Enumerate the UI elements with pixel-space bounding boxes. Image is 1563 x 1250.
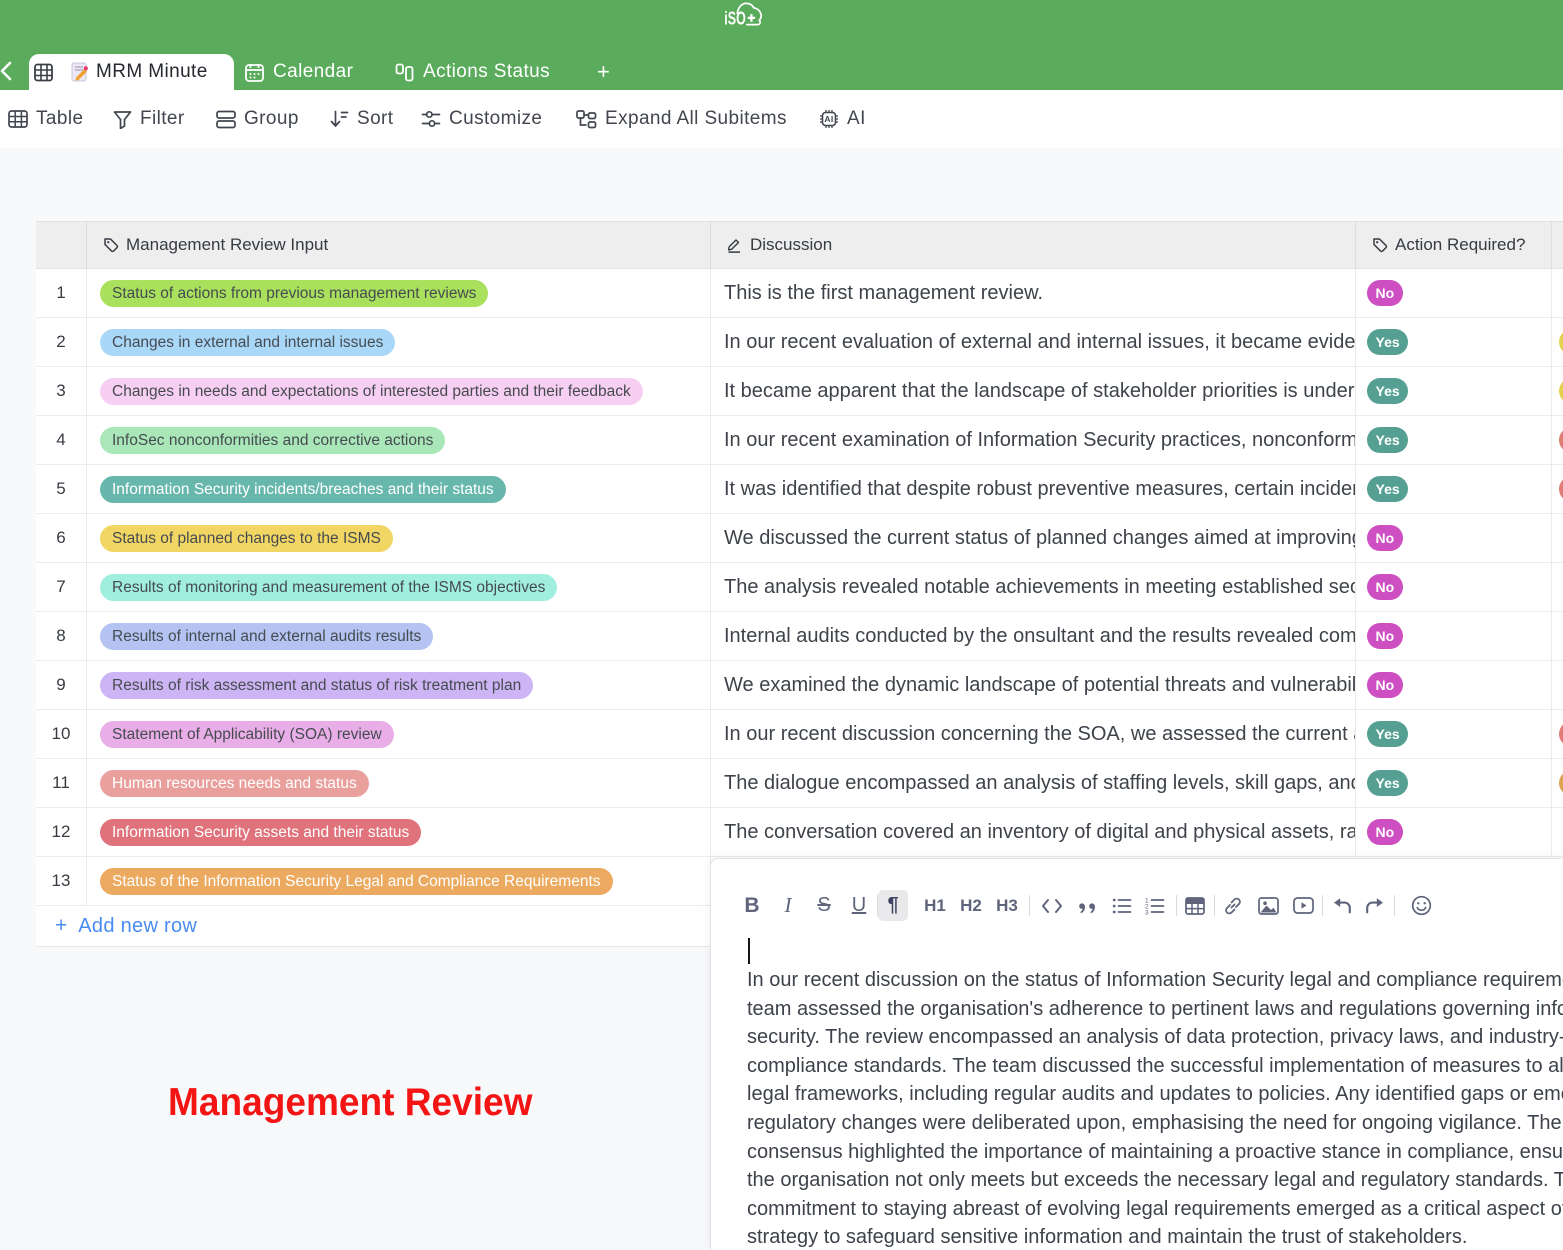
svg-text:iSO: iSO [724,7,746,28]
svg-text:3: 3 [1145,909,1149,915]
svg-text:AI: AI [824,114,833,124]
